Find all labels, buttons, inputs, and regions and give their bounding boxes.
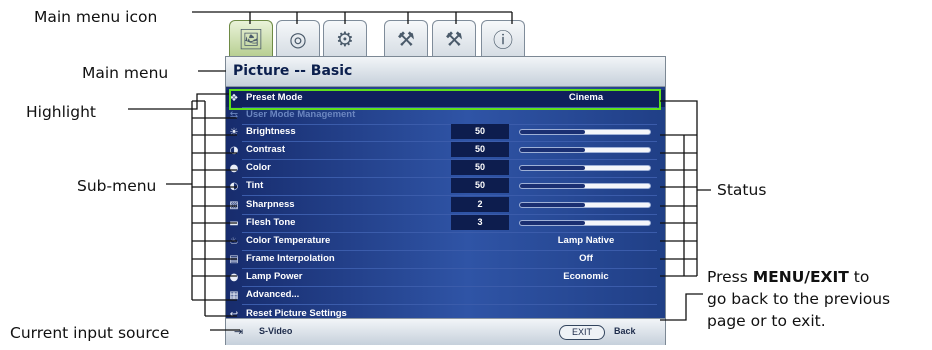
- callout-leader-lines: [128, 11, 711, 331]
